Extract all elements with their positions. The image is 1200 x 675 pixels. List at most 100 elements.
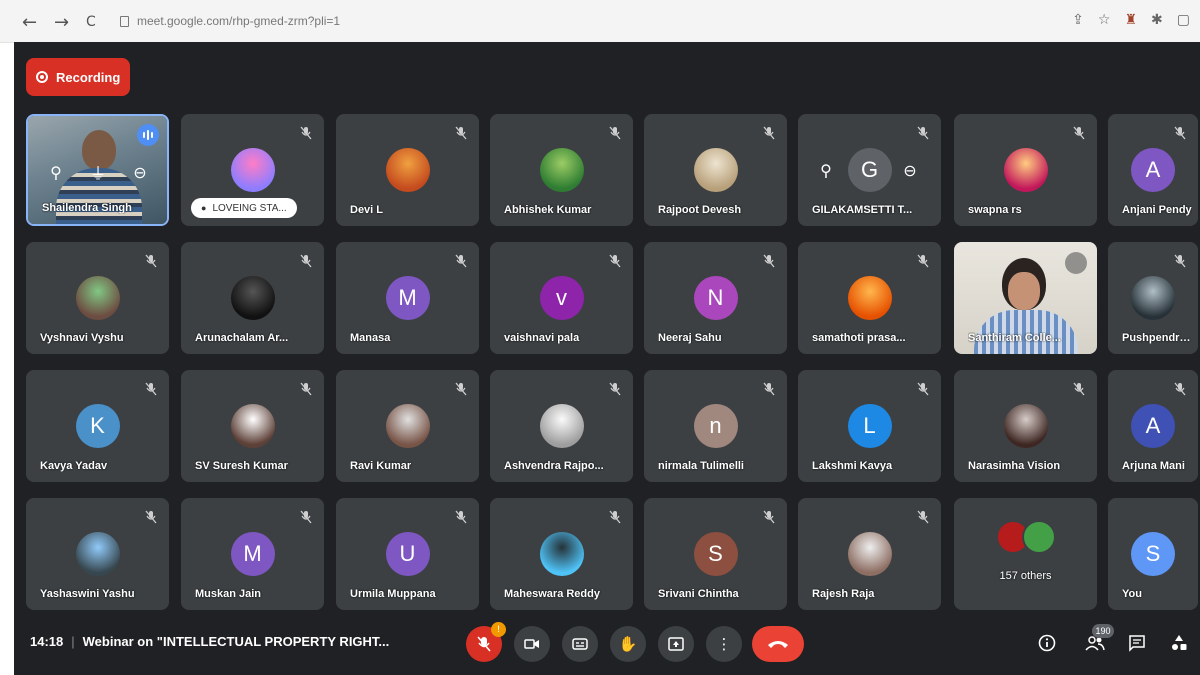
participant-tile[interactable]: K Kavya Yadav [26,370,169,482]
participant-avatar: v [539,276,584,320]
participant-avatar: A [1131,148,1175,192]
fire-icon: ● [201,203,207,213]
record-icon [36,71,48,83]
captions-button[interactable] [562,626,598,662]
participant-avatar [230,276,275,320]
present-button[interactable] [658,626,694,662]
mic-off-icon [917,126,929,140]
participant-name: Anjani Pendy [1122,204,1192,216]
mic-warning-badge: ! [491,622,506,637]
participant-tile[interactable]: Maheswara Reddy [490,498,633,610]
participant-tile[interactable]: ⚲ ⏚ ⊖ Shailendra Singh [26,114,169,226]
participant-tile[interactable]: G ⚲ ⊖ GILAKAMSETTI T... [798,114,941,226]
activities-button[interactable] [1166,630,1192,656]
participant-tile[interactable]: M Muskan Jain [181,498,324,610]
participant-name: samathoti prasa... [812,332,906,344]
avatar-initial: S [708,541,723,566]
participant-tile[interactable]: Vyshnavi Vyshu [26,242,169,354]
participant-avatar: N [693,276,738,320]
participant-name: swapna rs [968,204,1022,216]
participant-tile[interactable]: Ashvendra Rajpo... [490,370,633,482]
participant-avatar: U [385,532,430,576]
meet-window: Recording ⚲ ⏚ ⊖ Shailendra Singh ● LOVEING ST… [14,42,1200,675]
participant-name: nirmala Tulimelli [658,460,744,472]
participant-tile[interactable]: A Anjani Pendy [1108,114,1198,226]
avatar-initial: A [1145,157,1161,182]
participant-name: Vyshnavi Vyshu [40,332,124,344]
address-bar[interactable]: meet.google.com/rhp-gmed-zrm?pli=1 [120,10,340,32]
participant-tile[interactable]: Santhiram Colle... [954,242,1097,354]
participant-tile[interactable]: Yashaswini Yashu [26,498,169,610]
mic-off-icon [763,126,775,140]
meeting-details-button[interactable] [1034,630,1060,656]
participant-avatar: A [1131,404,1175,448]
participant-tile[interactable]: 157 others [954,498,1097,610]
participant-tile[interactable]: swapna rs [954,114,1097,226]
leave-call-button[interactable] [752,626,804,662]
participant-tile[interactable]: Devi L [336,114,479,226]
extension-icon[interactable]: ♜ [1124,12,1137,28]
participant-name: Narasimha Vision [968,460,1061,472]
reload-icon[interactable]: C [86,14,96,30]
mic-off-icon [763,382,775,396]
mic-off-icon [917,254,929,268]
mic-off-icon [763,254,775,268]
participant-name: Arunachalam Ar... [195,332,289,344]
participant-name: vaishnavi pala [504,332,580,344]
participant-tile[interactable]: Ravi Kumar [336,370,479,482]
participant-tile[interactable]: S You [1108,498,1198,610]
forward-icon[interactable]: → [54,12,69,33]
more-options-button[interactable]: ⋮ [706,626,742,662]
participant-name: Neeraj Sahu [658,332,722,344]
participant-avatar [75,276,120,320]
participant-name: Muskan Jain [195,588,262,600]
participant-tile[interactable]: Pushpendra K [1108,242,1198,354]
participant-tile[interactable]: n nirmala Tulimelli [644,370,787,482]
participant-tile[interactable]: M Manasa [336,242,479,354]
share-icon[interactable]: ⇪ [1072,12,1084,28]
others-avatars [995,520,1056,554]
participant-tile[interactable]: L Lakshmi Kavya [798,370,941,482]
participant-tile[interactable]: Rajpoot Devesh [644,114,787,226]
participant-avatar: n [693,404,738,448]
participant-name: Rajpoot Devesh [658,204,742,216]
camera-button[interactable] [514,626,550,662]
star-icon[interactable]: ☆ [1098,12,1111,28]
participant-name: Pushpendra K [1122,332,1192,344]
remove-icon[interactable]: ⊖ [128,160,152,184]
mic-off-icon [917,510,929,524]
pin-icon[interactable]: ⚲ [814,158,838,182]
more-vert-icon: ⋮ [716,635,732,653]
status-pill: ● LOVEING STA... [191,198,297,218]
participant-name: Ashvendra Rajpo... [504,460,604,472]
participant-tile[interactable]: samathoti prasa... [798,242,941,354]
puzzle-icon[interactable]: ✱ [1151,12,1163,28]
participant-tile[interactable]: N Neeraj Sahu [644,242,787,354]
participant-tile[interactable]: v vaishnavi pala [490,242,633,354]
back-icon[interactable]: ← [22,12,37,33]
sidebar-icon[interactable]: ▢ [1177,12,1190,28]
phone-hangup-icon [768,641,788,648]
participant-avatar [539,148,584,192]
participant-avatar: S [693,532,738,576]
participant-tile[interactable]: A Arjuna Mani [1108,370,1198,482]
participant-avatar [385,148,430,192]
participant-tile[interactable]: SV Suresh Kumar [181,370,324,482]
participant-name: Shailendra Singh [42,202,132,214]
mic-icon[interactable]: ⏚ [86,160,110,184]
participant-tile[interactable]: ● LOVEING STA... [181,114,324,226]
participant-tile[interactable]: Arunachalam Ar... [181,242,324,354]
meeting-time: 14:18 [30,634,64,649]
mic-button[interactable]: ! [466,622,506,662]
chat-button[interactable] [1124,630,1150,656]
participant-tile[interactable]: Abhishek Kumar [490,114,633,226]
pin-icon[interactable]: ⚲ [44,160,68,184]
remove-icon[interactable]: ⊖ [898,158,922,182]
participant-tile[interactable]: S Srivani Chintha [644,498,787,610]
participant-avatar [847,276,892,320]
participant-tile[interactable]: Narasimha Vision [954,370,1097,482]
participant-tile[interactable]: Rajesh Raja [798,498,941,610]
browser-toolbar: ← → C meet.google.com/rhp-gmed-zrm?pli=1… [0,0,1200,43]
raise-hand-button[interactable]: ✋ [610,626,646,662]
participant-tile[interactable]: U Urmila Muppana [336,498,479,610]
